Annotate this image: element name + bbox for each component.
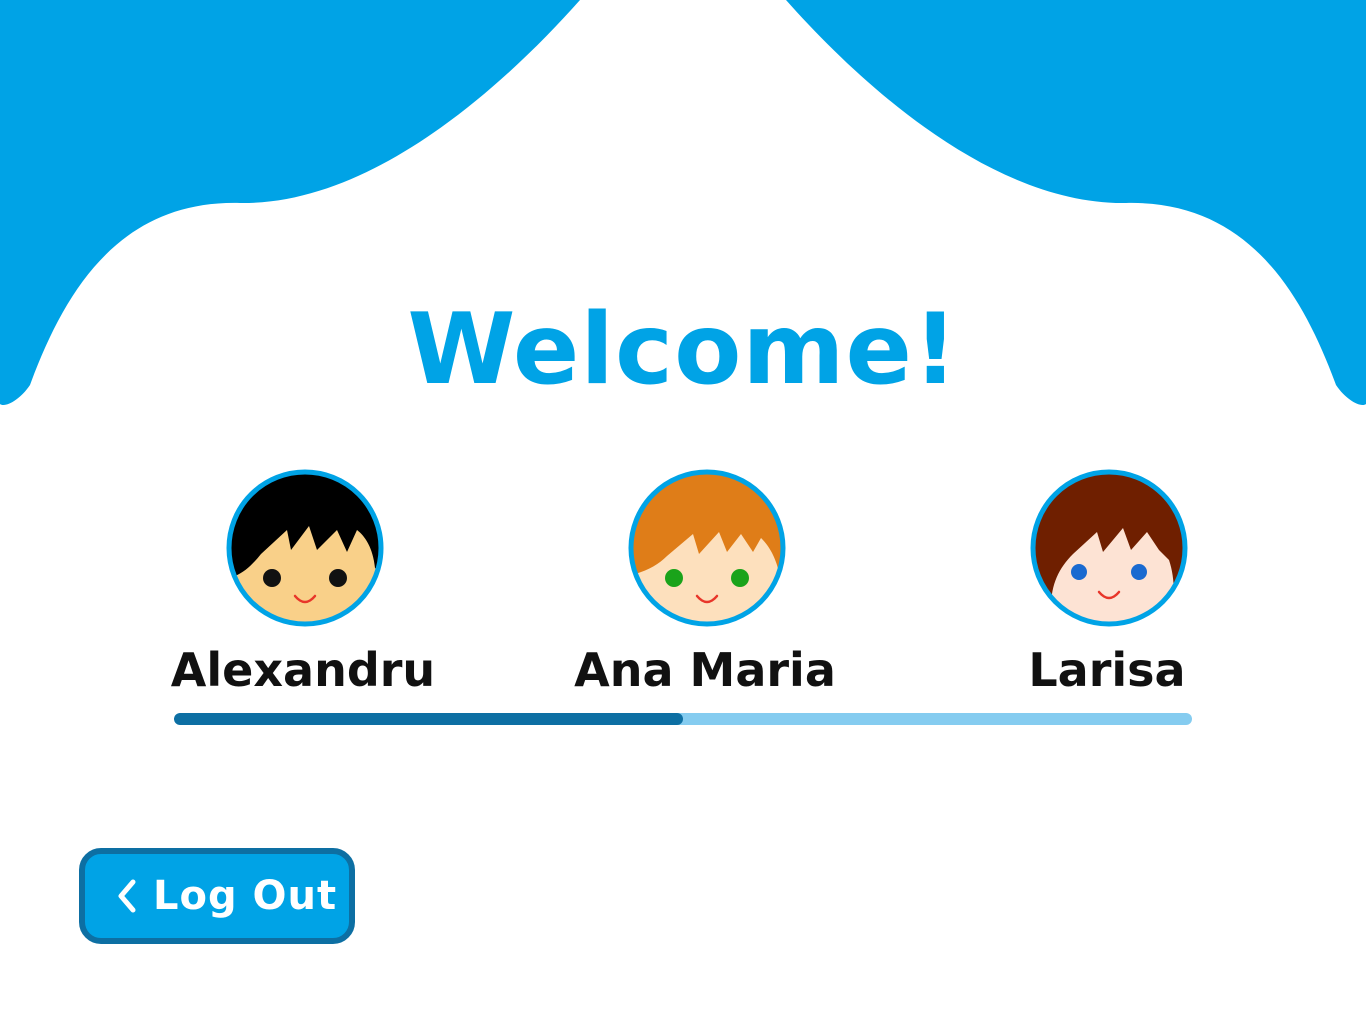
- profile-alexandru[interactable]: Alexandru: [143, 468, 463, 700]
- avatar[interactable]: [1029, 468, 1189, 628]
- profile-ana-maria[interactable]: Ana Maria: [545, 468, 865, 700]
- boy-avatar-icon: [628, 469, 786, 627]
- profile-larisa[interactable]: Larisa: [947, 468, 1267, 700]
- profile-name: Alexandru: [170, 643, 436, 697]
- avatar[interactable]: [627, 468, 787, 628]
- boy-avatar-icon: [226, 469, 384, 627]
- profile-name: Ana Maria: [574, 643, 836, 697]
- log-out-label: Log Out: [153, 873, 338, 919]
- carousel-progress-track[interactable]: [174, 713, 1192, 725]
- profile-name: Larisa: [1028, 643, 1186, 697]
- welcome-title: Welcome!: [407, 293, 959, 407]
- log-out-button[interactable]: Log Out: [79, 848, 355, 944]
- avatar[interactable]: [225, 468, 385, 628]
- chevron-left-icon: [118, 879, 136, 913]
- girl-avatar-icon: [1030, 469, 1188, 627]
- carousel-progress-fill: [174, 713, 683, 725]
